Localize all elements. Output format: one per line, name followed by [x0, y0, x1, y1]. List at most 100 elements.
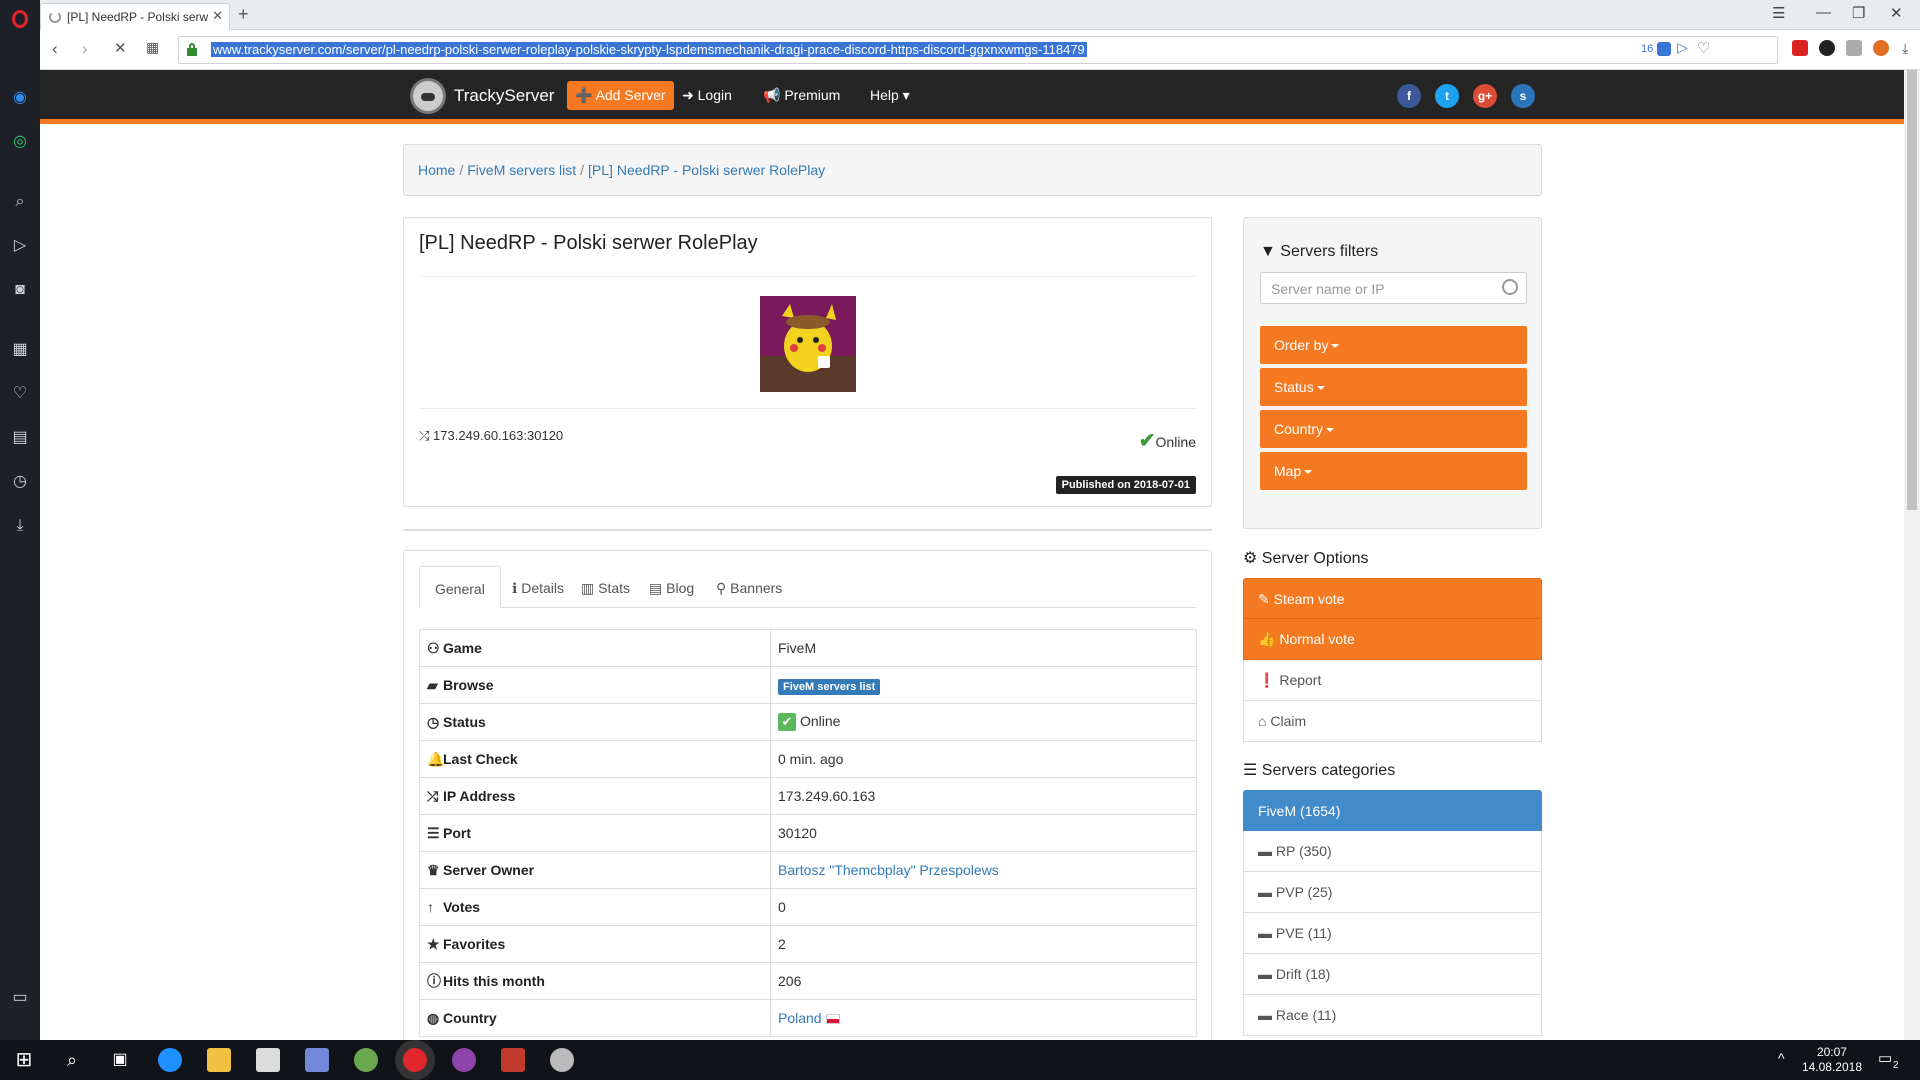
discord-icon[interactable] [305, 1048, 329, 1072]
category-pvp[interactable]: ▬ PVP (25) [1243, 872, 1542, 913]
breadcrumb-fivem-list[interactable]: FiveM servers list [467, 162, 576, 178]
tray-chevron-icon[interactable]: ^ [1778, 1050, 1785, 1066]
game-app-icon[interactable] [501, 1048, 525, 1072]
map-dropdown[interactable]: Map [1260, 452, 1527, 490]
steam-vote-button[interactable]: ✎ Steam vote [1243, 578, 1542, 619]
normal-vote-button[interactable]: 👍 Normal vote [1243, 619, 1542, 660]
minus-icon: ▬ [1258, 925, 1276, 941]
browse-category-label[interactable]: FiveM servers list [778, 679, 881, 695]
tab-general[interactable]: General [419, 566, 501, 608]
heart-bookmark-icon[interactable]: ♡ [1697, 39, 1710, 57]
forward-icon[interactable]: › [82, 39, 88, 59]
send-icon[interactable]: ▷ [10, 236, 30, 256]
new-tab-button[interactable]: + [238, 4, 249, 25]
search-icon[interactable]: ⌕ [60, 1048, 84, 1072]
extension-orange-icon[interactable] [1873, 40, 1889, 56]
history-icon[interactable]: ◷ [10, 472, 30, 492]
search-icon[interactable] [1502, 279, 1518, 295]
hs-app-icon[interactable] [354, 1048, 378, 1072]
country-link[interactable]: Poland [778, 1010, 822, 1026]
steam-icon[interactable]: s [1511, 84, 1535, 108]
status-dropdown[interactable]: Status [1260, 368, 1527, 406]
whatsapp-icon[interactable]: ◎ [10, 132, 30, 152]
server-address[interactable]: ⤮ 173.249.60.163:30120 [419, 428, 563, 444]
url-text[interactable]: www.trackyserver.com/server/pl-needrp-po… [211, 42, 1087, 57]
category-race[interactable]: ▬ Race (11) [1243, 995, 1542, 1036]
search-icon[interactable]: ⌕ [10, 192, 30, 212]
category-drift[interactable]: ▬ Drift (18) [1243, 954, 1542, 995]
categories-title: ☰ Servers categories [1243, 760, 1395, 780]
browser-tab[interactable]: [PL] NeedRP - Polski serw ✕ [40, 3, 230, 30]
mail-icon[interactable] [256, 1048, 280, 1072]
bell-icon: 🔔 [427, 750, 445, 767]
help-dropdown[interactable]: Help ▾ [870, 87, 910, 104]
camera-icon[interactable]: ◙ [10, 280, 30, 300]
tab-banners[interactable]: ⚲ Banners [701, 566, 797, 608]
steam-taskbar-icon[interactable] [550, 1048, 574, 1072]
server-status-text: Online [1155, 434, 1196, 450]
taskbar-clock[interactable]: 20:07 14.08.2018 [1802, 1045, 1862, 1075]
twitter-icon[interactable]: t [1435, 84, 1459, 108]
info-value: ✔ Online [770, 703, 1197, 741]
claim-link[interactable]: ⌂ Claim [1243, 701, 1542, 742]
google-plus-icon[interactable]: g+ [1473, 84, 1497, 108]
send-icon[interactable]: ▷ [1677, 39, 1688, 56]
address-field[interactable]: www.trackyserver.com/server/pl-needrp-po… [178, 36, 1778, 64]
downloads-icon[interactable]: ⤓ [10, 516, 30, 536]
back-icon[interactable]: ‹ [52, 39, 58, 59]
opera-taskbar-icon[interactable] [403, 1048, 427, 1072]
tab-blog[interactable]: ▤ Blog [634, 566, 709, 608]
category-rp[interactable]: ▬ RP (350) [1243, 831, 1542, 872]
category-fivem[interactable]: FiveM (1654) [1243, 790, 1542, 831]
category-pve[interactable]: ▬ PVE (11) [1243, 913, 1542, 954]
breadcrumb-current[interactable]: [PL] NeedRP - Polski serwer RolePlay [588, 162, 825, 178]
sidebar-toggle-icon[interactable]: ▭ [10, 988, 30, 1008]
close-tab-icon[interactable]: ✕ [212, 8, 223, 24]
download-icon[interactable]: ⤓ [1902, 40, 1918, 56]
order-by-dropdown[interactable]: Order by [1260, 326, 1527, 364]
minimize-button[interactable]: — [1816, 4, 1831, 21]
report-link[interactable]: ❗ Report [1243, 660, 1542, 701]
extension-count: 16 [1641, 43, 1654, 55]
notifications-icon[interactable]: ▭ [1878, 1049, 1892, 1067]
extension-github-icon[interactable] [1819, 40, 1835, 56]
server-search-input[interactable]: Server name or IP [1260, 272, 1527, 304]
tab-menu-icon[interactable]: ☰ [1772, 4, 1785, 22]
scrollbar-thumb[interactable] [1907, 70, 1917, 510]
info-value: Bartosz "Themcbplay" Przespolews [770, 851, 1197, 889]
table-row: ↑ Votes 0 [419, 888, 1197, 926]
extension-sj-icon[interactable] [1792, 40, 1808, 56]
task-view-icon[interactable]: ▣ [108, 1048, 132, 1072]
stop-icon[interactable]: ✕ [114, 39, 127, 57]
edge-icon[interactable] [158, 1048, 182, 1072]
add-server-button[interactable]: ➕ Add Server [567, 81, 674, 110]
adblock-icon[interactable] [1657, 42, 1671, 56]
breadcrumb-home[interactable]: Home [418, 162, 455, 178]
twitch-app-icon[interactable] [452, 1048, 476, 1072]
brand-logo-link[interactable]: TrackyServer [410, 78, 554, 114]
minus-icon: ▬ [1258, 843, 1276, 859]
messenger-icon[interactable]: ◉ [10, 88, 30, 108]
country-label: Country [1274, 421, 1324, 437]
login-link[interactable]: ➜ Login [682, 87, 732, 104]
speed-dial-icon[interactable]: ▦ [146, 39, 159, 56]
file-explorer-icon[interactable] [207, 1048, 231, 1072]
windows-start-icon[interactable]: ⊞ [12, 1048, 36, 1072]
opera-menu-icon[interactable] [0, 0, 40, 40]
country-dropdown[interactable]: Country [1260, 410, 1527, 448]
info-key-text: Game [443, 639, 482, 656]
extension-grey-icon[interactable] [1846, 40, 1862, 56]
tab-blog-label: Blog [666, 580, 695, 596]
premium-link[interactable]: 📢 Premium [763, 87, 840, 104]
filter-icon: ▼ [1260, 243, 1276, 260]
restore-button[interactable]: ❐ [1852, 4, 1865, 22]
server-owner-link[interactable]: Bartosz "Themcbplay" Przespolews [778, 862, 999, 878]
heart-icon[interactable]: ♡ [10, 384, 30, 404]
table-row: ⓘ Hits this month 206 [419, 962, 1197, 1000]
news-icon[interactable]: ▤ [10, 428, 30, 448]
facebook-icon[interactable]: f [1397, 84, 1421, 108]
page-scrollbar[interactable] [1904, 70, 1920, 1040]
globe-icon: ◍ [427, 1009, 440, 1026]
close-window-button[interactable]: ✕ [1890, 4, 1903, 22]
speed-dial-icon[interactable]: ▦ [10, 340, 30, 360]
